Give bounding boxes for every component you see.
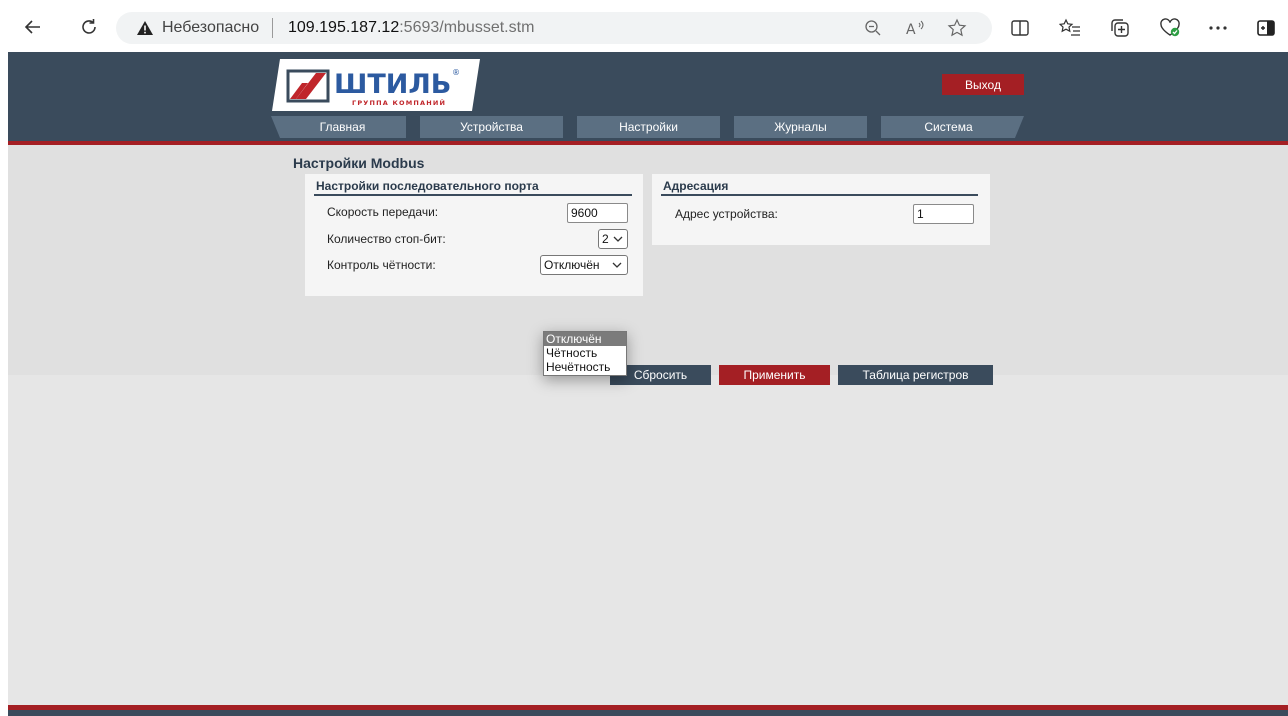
stop-bits-select[interactable]: 2 bbox=[598, 229, 628, 249]
parity-option-even[interactable]: Чётность bbox=[544, 346, 626, 360]
serial-port-title: Настройки последовательного порта bbox=[316, 179, 539, 193]
content-area bbox=[8, 145, 1288, 375]
address-bar[interactable]: Небезопасно 109.195.187.12:5693/mbusset.… bbox=[116, 12, 992, 44]
page-title: Настройки Modbus bbox=[293, 155, 425, 171]
page-viewport: ШТИЛЬ ® ГРУППА КОМПАНИЙ Выход Главная Ус… bbox=[8, 52, 1288, 716]
footer-bar bbox=[8, 710, 1288, 716]
menu-item-settings[interactable]: Настройки bbox=[577, 116, 720, 138]
address-separator bbox=[272, 18, 273, 38]
browser-toolbar: Небезопасно 109.195.187.12:5693/mbusset.… bbox=[0, 0, 1288, 52]
parity-label: Контроль чётности: bbox=[327, 258, 436, 272]
menu-item-home[interactable]: Главная bbox=[279, 116, 406, 138]
menu-separator bbox=[406, 116, 420, 138]
sidebar-icon[interactable] bbox=[1254, 16, 1278, 40]
warning-icon[interactable] bbox=[136, 20, 154, 41]
security-label[interactable]: Небезопасно bbox=[162, 19, 259, 37]
url-host: 109.195.187.12 bbox=[288, 19, 400, 36]
parity-option-odd[interactable]: Нечётность bbox=[544, 360, 626, 374]
menu-separator bbox=[720, 116, 734, 138]
register-table-button[interactable]: Таблица регистров bbox=[838, 365, 993, 385]
serial-port-divider bbox=[314, 194, 632, 196]
addressing-divider bbox=[661, 194, 978, 196]
browser-essentials-icon[interactable] bbox=[1158, 16, 1182, 40]
url-path: :5693/mbusset.stm bbox=[399, 19, 535, 36]
menu-item-devices[interactable]: Устройства bbox=[420, 116, 563, 138]
baud-rate-input[interactable] bbox=[567, 203, 628, 223]
favorites-list-icon[interactable] bbox=[1058, 16, 1082, 40]
stop-bits-value: 2 bbox=[602, 232, 609, 246]
stop-bits-label: Количество стоп-бит: bbox=[327, 232, 446, 246]
baud-rate-label: Скорость передачи: bbox=[327, 205, 439, 219]
parity-select[interactable]: Отключён bbox=[540, 255, 628, 275]
menu-item-journals[interactable]: Журналы bbox=[734, 116, 867, 138]
apply-button[interactable]: Применить bbox=[719, 365, 830, 385]
collections-icon[interactable] bbox=[1108, 16, 1132, 40]
read-aloud-icon[interactable]: A bbox=[904, 17, 926, 39]
chevron-down-icon bbox=[611, 258, 623, 272]
more-icon[interactable] bbox=[1206, 16, 1230, 40]
svg-text:A: A bbox=[906, 22, 916, 37]
shtil-logo[interactable]: ШТИЛЬ ® ГРУППА КОМПАНИЙ bbox=[272, 59, 480, 111]
menu-separator bbox=[867, 116, 881, 138]
refresh-icon[interactable] bbox=[76, 14, 102, 40]
url-text[interactable]: 109.195.187.12:5693/mbusset.stm bbox=[288, 19, 534, 37]
exit-button[interactable]: Выход bbox=[942, 74, 1024, 95]
device-address-label: Адрес устройства: bbox=[675, 207, 778, 221]
parity-value: Отключён bbox=[544, 258, 600, 272]
zoom-out-icon[interactable] bbox=[862, 17, 884, 39]
parity-option-disabled[interactable]: Отключён bbox=[544, 332, 626, 346]
logo-text: ШТИЛЬ bbox=[334, 69, 451, 100]
svg-text:®: ® bbox=[452, 68, 460, 77]
logo-subtitle: ГРУППА КОМПАНИЙ bbox=[352, 98, 446, 107]
favorite-star-icon[interactable] bbox=[946, 17, 968, 39]
menu-item-system[interactable]: Система bbox=[881, 116, 1016, 138]
menu-separator bbox=[563, 116, 577, 138]
chevron-down-icon bbox=[612, 232, 624, 246]
device-address-input[interactable] bbox=[913, 204, 974, 224]
addressing-title: Адресация bbox=[663, 179, 729, 193]
back-icon[interactable] bbox=[20, 14, 46, 40]
empty-area bbox=[8, 375, 1288, 705]
split-screen-icon[interactable] bbox=[1008, 16, 1032, 40]
parity-dropdown-list: Отключён Чётность Нечётность bbox=[543, 331, 627, 376]
